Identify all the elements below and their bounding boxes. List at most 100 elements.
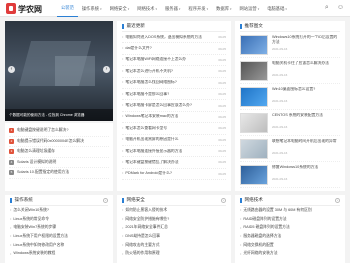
section-article-item[interactable]: 无线路由器的设置 30M 与 60M 有何区别: [240, 206, 340, 215]
article-thumbnail[interactable]: [240, 165, 268, 185]
hot-article-title[interactable]: 电脑提示错误代码0x0000004E怎么解决: [17, 139, 84, 144]
section-article-item[interactable]: 怎么关闭Win10系统?: [10, 206, 108, 215]
latest-article-item[interactable]: PDMark for Android是什么? 09-05: [122, 169, 226, 181]
nav-item[interactable]: 网站运营 ▾: [236, 0, 264, 17]
more-icon[interactable]: ›: [103, 197, 108, 203]
section-article-item[interactable]: Windows系统安装的教程: [10, 249, 108, 258]
nav-item[interactable]: 数据库 ▾: [212, 0, 235, 17]
latest-article-title[interactable]: 电脑如何进入DOS系统，退出模拟系统的方法: [122, 35, 202, 40]
latest-article-item[interactable]: 笔记本电脑卡屏是怎么回事应该怎么办? 09-05: [122, 100, 226, 112]
nav-item[interactable]: 公装范: [57, 0, 78, 17]
logo-text: 学农网: [18, 5, 42, 14]
recommended-item[interactable]: 电脑关机卡住了应该怎么解决办法 2021-09-16: [240, 58, 340, 84]
article-thumbnail[interactable]: [240, 61, 268, 81]
nav-item[interactable]: 操作系统 ▾: [78, 0, 106, 17]
section-article-item[interactable]: 服务器磁盘的选择方法: [240, 232, 340, 241]
recommended-info: 联想笔记本电脑时间开机后出现的异常 2021-09-16: [272, 139, 340, 161]
site-logo[interactable]: 学农网: [6, 2, 46, 15]
latest-article-title[interactable]: 笔记本电脑WiFi网络连接不上怎么办: [122, 57, 186, 62]
latest-article-item[interactable]: Windows笔记本安装mac的方法 09-05: [122, 112, 226, 124]
recommended-title[interactable]: CENTOS 系统的安装配置方法: [272, 113, 340, 123]
section-article-item[interactable]: 2021年网络安全事件汇总: [122, 223, 226, 232]
latest-article-item[interactable]: 笔记本怎么进行开机不关机? 09-05: [122, 66, 226, 78]
section-article-item[interactable]: DNS劫持是怎么回事: [122, 232, 226, 241]
latest-article-item[interactable]: 笔记本电脑WiFi网络连接不上怎么办 09-05: [122, 55, 226, 67]
featured-slider[interactable]: ‹ › 个数据可能的使用方法 - 位找到 Chrome 浏览器: [5, 21, 113, 121]
latest-article-title[interactable]: 笔记本键盘按键错乱了解决办法: [122, 160, 178, 165]
section-article-item[interactable]: 电脑安装Win7系统的步骤: [10, 223, 108, 232]
latest-article-title[interactable]: 笔记本怎么查看网卡型号: [122, 126, 167, 131]
recommended-title[interactable]: 联想笔记本电脑时间开机后出现的异常: [272, 139, 340, 149]
hot-article-item[interactable]: 4 Solaris 设计模拟的说明: [9, 158, 109, 168]
section-article-item[interactable]: 光纤网络的安装方法: [240, 249, 340, 258]
recommended-title[interactable]: Win10桌面图标怎么设置?: [272, 87, 340, 97]
latest-article-date: 09-05: [218, 126, 226, 131]
section-article-item[interactable]: RAID磁盘阵列的设置方法: [240, 215, 340, 224]
latest-article-item[interactable]: dat是什么文件? 09-05: [122, 43, 226, 55]
section-article-item[interactable]: 防火墙的作用和原理: [122, 249, 226, 258]
hot-article-title[interactable]: 电脑键盘按键说明了怎么解决?: [17, 128, 68, 133]
latest-article-item[interactable]: 电脑如何进入DOS系统，退出模拟系统的方法 09-05: [122, 32, 226, 44]
latest-article-item[interactable]: 笔记本键盘按键错乱了解决办法 09-05: [122, 157, 226, 169]
nav-item[interactable]: 网络技术 ▾: [133, 0, 161, 17]
latest-article-item[interactable]: 笔记本电脑怎么找回网络图标? 09-05: [122, 78, 226, 89]
latest-article-title[interactable]: 电脑开机出现黑屏的原因是什么: [122, 137, 178, 142]
recommended-item[interactable]: Windows10系统打开的一个ID后设置的方法 2021-09-16: [240, 32, 340, 58]
recommended-date: 2021-09-16: [272, 151, 288, 155]
article-thumbnail[interactable]: [240, 113, 268, 133]
nav-item[interactable]: 服务器 ▾: [161, 0, 184, 17]
recommended-item[interactable]: 联想笔记本电脑时间开机后出现的异常 2021-09-16: [240, 136, 340, 162]
section-article-item[interactable]: 网络攻击的主要方式: [122, 241, 226, 250]
section-article-item[interactable]: 网络安全防护措施有哪些?: [122, 215, 226, 224]
latest-article-date: 09-05: [218, 103, 226, 108]
nav-item[interactable]: 电脑基础 ▾: [263, 0, 291, 17]
latest-article-title[interactable]: 笔记本电脑连接外接显示器的方法: [122, 149, 182, 154]
latest-article-item[interactable]: 笔记本电脑不是那么回事? 09-05: [122, 89, 226, 101]
chevron-down-icon: ▾: [206, 6, 209, 11]
hot-article-title[interactable]: Solaris 10.配置指定的使用方法: [17, 170, 69, 175]
latest-article-date: 09-05: [218, 92, 226, 97]
section-article-item[interactable]: 如何防止黑客入侵的技术: [122, 206, 226, 215]
recommended-title[interactable]: 电脑关机卡住了应该怎么解决办法: [272, 61, 340, 71]
recommended-item[interactable]: 修复Windows10系统的方法 2021-09-16: [240, 162, 340, 188]
article-thumbnail[interactable]: [240, 87, 268, 107]
latest-article-title[interactable]: Windows笔记本安装mac的方法: [122, 114, 178, 119]
article-thumbnail[interactable]: [240, 139, 268, 159]
search-icon[interactable]: ⌕: [325, 4, 329, 12]
more-icon[interactable]: ›: [221, 197, 226, 203]
section-article-item[interactable]: Linux系统下用户权限的设置方法: [10, 232, 108, 241]
slider-next-arrow-icon[interactable]: ›: [103, 66, 110, 73]
slider-caption[interactable]: 个数据可能的使用方法 - 位找到 Chrome 浏览器: [5, 109, 113, 121]
section-article-item[interactable]: 网络交换机的配置: [240, 241, 340, 250]
recommended-item[interactable]: Win10桌面图标怎么设置? 2021-09-16: [240, 84, 340, 110]
latest-article-title[interactable]: dat是什么文件?: [122, 46, 151, 51]
section-article-item[interactable]: RAID5 磁盘阵列的设置方法: [240, 223, 340, 232]
recommended-date: 2021-09-16: [272, 177, 288, 181]
hot-article-item[interactable]: 2 电脑提示错误代码0x0000004E怎么解决: [9, 137, 109, 147]
hot-article-title[interactable]: Solaris 设计模拟的说明: [17, 160, 56, 165]
latest-article-title[interactable]: 笔记本电脑怎么找回网络图标?: [122, 80, 176, 85]
article-thumbnail[interactable]: [240, 35, 268, 55]
recommended-item[interactable]: CENTOS 系统的安装配置方法 2021-09-16: [240, 110, 340, 136]
more-icon[interactable]: ›: [335, 197, 340, 203]
slider-prev-arrow-icon[interactable]: ‹: [8, 66, 15, 73]
hot-article-item[interactable]: 1 电脑键盘按键说明了怎么解决?: [9, 126, 109, 137]
section-article-item[interactable]: Linux系统的常见命令: [10, 215, 108, 224]
hot-article-item[interactable]: 5 Solaris 10.配置指定的使用方法: [9, 168, 109, 179]
nav-item[interactable]: 网络安全 ▾: [106, 0, 134, 17]
latest-article-item[interactable]: 笔记本电脑连接外接显示器的方法 09-05: [122, 146, 226, 158]
hot-article-title[interactable]: 电脑怎么清理垃圾缓存: [17, 149, 55, 154]
latest-article-title[interactable]: 笔记本电脑不是那么回事?: [122, 92, 169, 97]
user-icon[interactable]: ☺: [337, 4, 344, 12]
recommended-title[interactable]: 修复Windows10系统的方法: [272, 165, 340, 175]
nav-item[interactable]: 程序开发 ▾: [184, 0, 212, 17]
latest-article-title[interactable]: 笔记本怎么进行开机不关机?: [122, 69, 173, 74]
latest-article-title[interactable]: 笔记本电脑卡屏是怎么回事应该怎么办?: [122, 103, 192, 108]
hot-article-item[interactable]: 3 电脑怎么清理垃圾缓存: [9, 147, 109, 158]
latest-article-date: 09-05: [218, 69, 226, 74]
latest-article-item[interactable]: 笔记本怎么查看网卡型号 09-05: [122, 123, 226, 135]
latest-article-item[interactable]: 电脑开机出现黑屏的原因是什么 09-05: [122, 135, 226, 146]
latest-article-title[interactable]: PDMark for Android是什么?: [122, 171, 172, 176]
section-article-item[interactable]: Linux系统中如何修改用户名称: [10, 241, 108, 250]
recommended-title[interactable]: Windows10系统打开的一个ID后设置的方法: [272, 35, 340, 45]
